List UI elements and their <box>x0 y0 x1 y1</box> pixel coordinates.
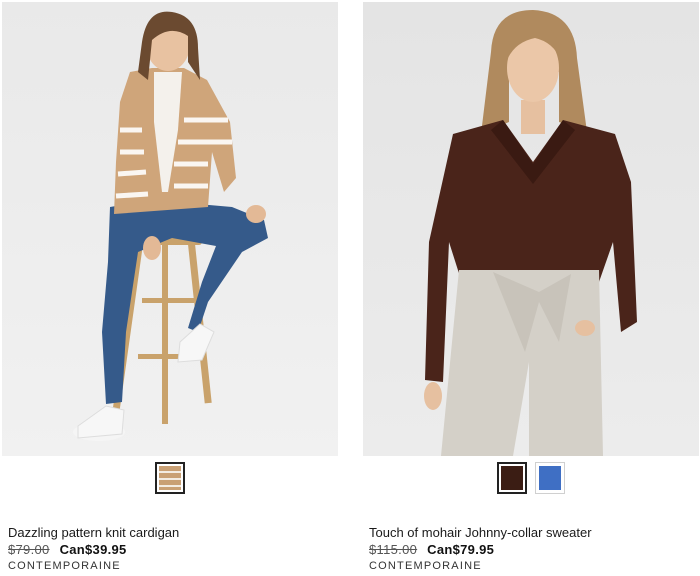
swatch-fill <box>539 466 561 490</box>
swatch-fill <box>159 466 181 490</box>
color-swatch-brown[interactable] <box>497 462 527 494</box>
original-price: $115.00 <box>369 542 418 557</box>
product-grid: Dazzling pattern knit cardigan $79.00 Can… <box>0 0 700 576</box>
original-price: $79.00 <box>8 542 50 557</box>
product-name[interactable]: Dazzling pattern knit cardigan <box>8 524 179 541</box>
sale-price: Can$79.95 <box>427 542 495 557</box>
price-row: $115.00 Can$79.95 <box>369 541 494 558</box>
swatch-fill <box>501 466 523 490</box>
brand-label: CONTEMPORAINE <box>369 560 482 572</box>
sale-price: Can$39.95 <box>59 542 127 557</box>
color-swatches <box>363 462 699 496</box>
color-swatch-camel-stripe[interactable] <box>155 462 185 494</box>
color-swatches <box>2 462 338 496</box>
color-swatch-blue[interactable] <box>535 462 565 494</box>
product-name[interactable]: Touch of mohair Johnny-collar sweater <box>369 524 592 541</box>
price-row: $79.00 Can$39.95 <box>8 541 127 558</box>
brand-label: CONTEMPORAINE <box>8 560 121 572</box>
product-card[interactable]: Dazzling pattern knit cardigan $79.00 Can… <box>2 0 338 576</box>
product-card[interactable]: Touch of mohair Johnny-collar sweater $1… <box>363 0 699 576</box>
product-image[interactable] <box>2 2 338 456</box>
product-image[interactable] <box>363 2 699 456</box>
